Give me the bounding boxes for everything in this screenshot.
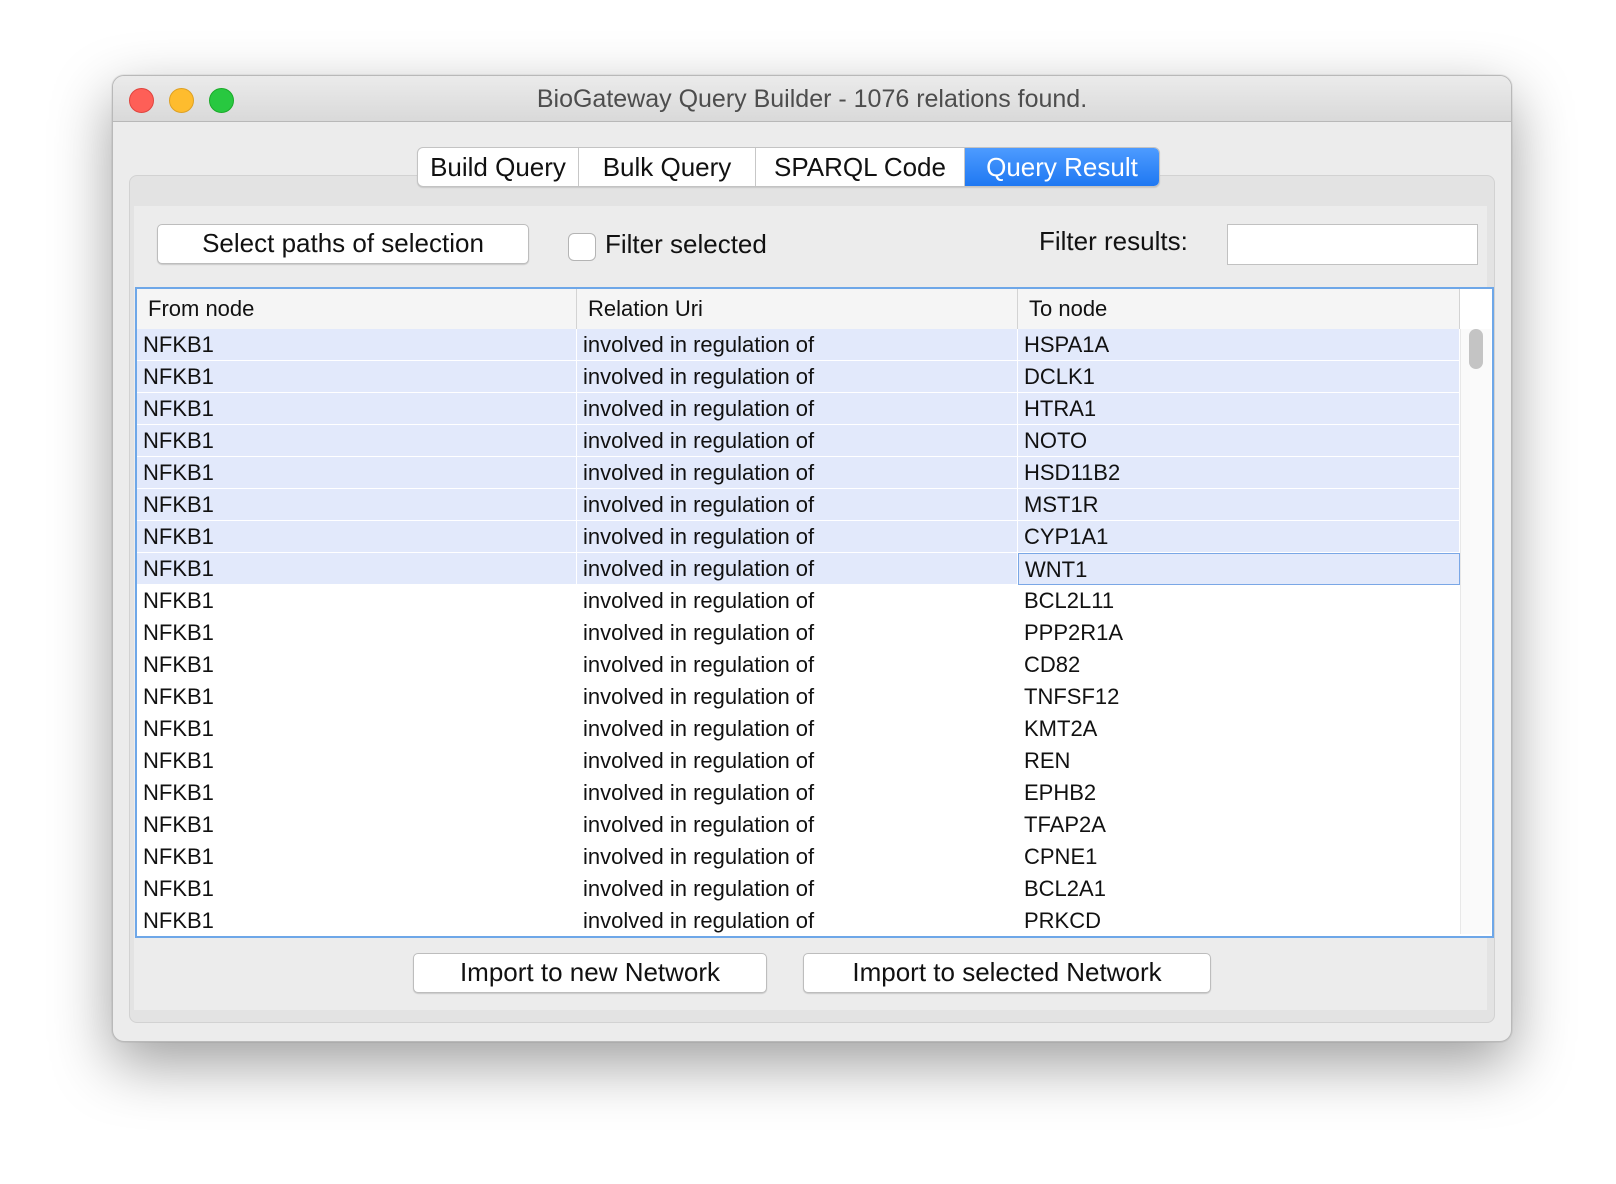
table-row[interactable]: NFKB1 involved in regulation of NOTO: [137, 425, 1460, 457]
column-header-from-node[interactable]: From node: [137, 289, 577, 329]
window-title: BioGateway Query Builder - 1076 relation…: [536, 85, 1088, 113]
table-row[interactable]: NFKB1 involved in regulation of BCL2L11: [137, 585, 1460, 617]
relation-uri-cell[interactable]: involved in regulation of: [577, 745, 1018, 777]
from-node-cell[interactable]: NFKB1: [137, 361, 577, 393]
filter-selected-label: Filter selected: [605, 229, 767, 259]
import-selected-network-button[interactable]: Import to selected Network: [803, 953, 1211, 993]
table-body: NFKB1 involved in regulation of HSPA1A NFKB…: [137, 329, 1460, 934]
scrollbar-thumb[interactable]: [1469, 329, 1483, 369]
relation-uri-cell[interactable]: involved in regulation of: [577, 841, 1018, 873]
to-node-cell[interactable]: TFAP2A: [1018, 809, 1460, 841]
relation-uri-cell[interactable]: involved in regulation of: [577, 585, 1018, 617]
to-node-cell[interactable]: REN: [1018, 745, 1460, 777]
table-row[interactable]: NFKB1 involved in regulation of EPHB2: [137, 777, 1460, 809]
tab-query-result[interactable]: Query Result: [965, 148, 1159, 186]
select-paths-button[interactable]: Select paths of selection: [157, 224, 529, 264]
to-node-cell[interactable]: PRKCD: [1018, 905, 1460, 934]
filter-results-label: Filter results:: [1039, 226, 1188, 256]
to-node-cell[interactable]: MST1R: [1018, 489, 1460, 521]
table-row[interactable]: NFKB1 involved in regulation of PPP2R1A: [137, 617, 1460, 649]
tab-sparql-code[interactable]: SPARQL Code: [756, 148, 965, 186]
from-node-cell[interactable]: NFKB1: [137, 745, 577, 777]
to-node-cell[interactable]: HTRA1: [1018, 393, 1460, 425]
to-node-cell[interactable]: EPHB2: [1018, 777, 1460, 809]
to-node-cell[interactable]: NOTO: [1018, 425, 1460, 457]
to-node-cell[interactable]: DCLK1: [1018, 361, 1460, 393]
table-row[interactable]: NFKB1 involved in regulation of PRKCD: [137, 905, 1460, 934]
to-node-cell[interactable]: HSD11B2: [1018, 457, 1460, 489]
table-row[interactable]: NFKB1 involved in regulation of KMT2A: [137, 713, 1460, 745]
from-node-cell[interactable]: NFKB1: [137, 521, 577, 553]
from-node-cell[interactable]: NFKB1: [137, 585, 577, 617]
table-row[interactable]: NFKB1 involved in regulation of TNFSF12: [137, 681, 1460, 713]
table-row[interactable]: NFKB1 involved in regulation of HSD11B2: [137, 457, 1460, 489]
vertical-scrollbar[interactable]: [1460, 329, 1491, 934]
from-node-cell[interactable]: NFKB1: [137, 777, 577, 809]
from-node-cell[interactable]: NFKB1: [137, 489, 577, 521]
table-row[interactable]: NFKB1 involved in regulation of REN: [137, 745, 1460, 777]
from-node-cell[interactable]: NFKB1: [137, 809, 577, 841]
table-row[interactable]: NFKB1 involved in regulation of WNT1: [137, 553, 1460, 585]
from-node-cell[interactable]: NFKB1: [137, 841, 577, 873]
from-node-cell[interactable]: NFKB1: [137, 873, 577, 905]
relation-uri-cell[interactable]: involved in regulation of: [577, 809, 1018, 841]
column-header-relation-uri[interactable]: Relation Uri: [577, 289, 1018, 329]
table-row[interactable]: NFKB1 involved in regulation of DCLK1: [137, 361, 1460, 393]
tab-bulk-query[interactable]: Bulk Query: [579, 148, 756, 186]
from-node-cell[interactable]: NFKB1: [137, 649, 577, 681]
tab-bar: Build Query Bulk Query SPARQL Code Query…: [417, 147, 1160, 187]
table-row[interactable]: NFKB1 involved in regulation of HTRA1: [137, 393, 1460, 425]
to-node-cell[interactable]: WNT1: [1018, 553, 1460, 585]
table-header: From node Relation Uri To node: [137, 289, 1460, 330]
from-node-cell[interactable]: NFKB1: [137, 553, 577, 585]
import-new-network-button[interactable]: Import to new Network: [413, 953, 767, 993]
to-node-cell[interactable]: HSPA1A: [1018, 329, 1460, 361]
column-header-to-node[interactable]: To node: [1018, 289, 1460, 329]
table-row[interactable]: NFKB1 involved in regulation of BCL2A1: [137, 873, 1460, 905]
table-row[interactable]: NFKB1 involved in regulation of CYP1A1: [137, 521, 1460, 553]
to-node-cell[interactable]: TNFSF12: [1018, 681, 1460, 713]
from-node-cell[interactable]: NFKB1: [137, 457, 577, 489]
relation-uri-cell[interactable]: involved in regulation of: [577, 905, 1018, 934]
from-node-cell[interactable]: NFKB1: [137, 425, 577, 457]
to-node-cell[interactable]: BCL2A1: [1018, 873, 1460, 905]
relation-uri-cell[interactable]: involved in regulation of: [577, 649, 1018, 681]
filter-results-input[interactable]: [1227, 224, 1478, 265]
from-node-cell[interactable]: NFKB1: [137, 681, 577, 713]
relation-uri-cell[interactable]: involved in regulation of: [577, 617, 1018, 649]
relation-uri-cell[interactable]: involved in regulation of: [577, 457, 1018, 489]
relation-uri-cell[interactable]: involved in regulation of: [577, 873, 1018, 905]
relation-uri-cell[interactable]: involved in regulation of: [577, 553, 1018, 585]
relation-uri-cell[interactable]: involved in regulation of: [577, 713, 1018, 745]
from-node-cell[interactable]: NFKB1: [137, 905, 577, 934]
to-node-cell[interactable]: KMT2A: [1018, 713, 1460, 745]
from-node-cell[interactable]: NFKB1: [137, 329, 577, 361]
title-bar[interactable]: BioGateway Query Builder - 1076 relation…: [113, 76, 1511, 122]
table-row[interactable]: NFKB1 involved in regulation of CD82: [137, 649, 1460, 681]
relation-uri-cell[interactable]: involved in regulation of: [577, 681, 1018, 713]
table-row[interactable]: NFKB1 involved in regulation of CPNE1: [137, 841, 1460, 873]
to-node-cell[interactable]: CYP1A1: [1018, 521, 1460, 553]
from-node-cell[interactable]: NFKB1: [137, 713, 577, 745]
relation-uri-cell[interactable]: involved in regulation of: [577, 489, 1018, 521]
table-row[interactable]: NFKB1 involved in regulation of TFAP2A: [137, 809, 1460, 841]
filter-selected-checkbox[interactable]: [568, 233, 596, 261]
to-node-cell[interactable]: PPP2R1A: [1018, 617, 1460, 649]
relation-uri-cell[interactable]: involved in regulation of: [577, 521, 1018, 553]
to-node-cell[interactable]: CPNE1: [1018, 841, 1460, 873]
from-node-cell[interactable]: NFKB1: [137, 617, 577, 649]
relation-uri-cell[interactable]: involved in regulation of: [577, 329, 1018, 361]
table-row[interactable]: NFKB1 involved in regulation of HSPA1A: [137, 329, 1460, 361]
to-node-cell[interactable]: CD82: [1018, 649, 1460, 681]
results-table: From node Relation Uri To node NFKB1 invo…: [135, 287, 1494, 938]
from-node-cell[interactable]: NFKB1: [137, 393, 577, 425]
relation-uri-cell[interactable]: involved in regulation of: [577, 361, 1018, 393]
relation-uri-cell[interactable]: involved in regulation of: [577, 777, 1018, 809]
relation-uri-cell[interactable]: involved in regulation of: [577, 425, 1018, 457]
to-node-cell[interactable]: BCL2L11: [1018, 585, 1460, 617]
relation-uri-cell[interactable]: involved in regulation of: [577, 393, 1018, 425]
table-row[interactable]: NFKB1 involved in regulation of MST1R: [137, 489, 1460, 521]
tab-build-query[interactable]: Build Query: [418, 148, 579, 186]
